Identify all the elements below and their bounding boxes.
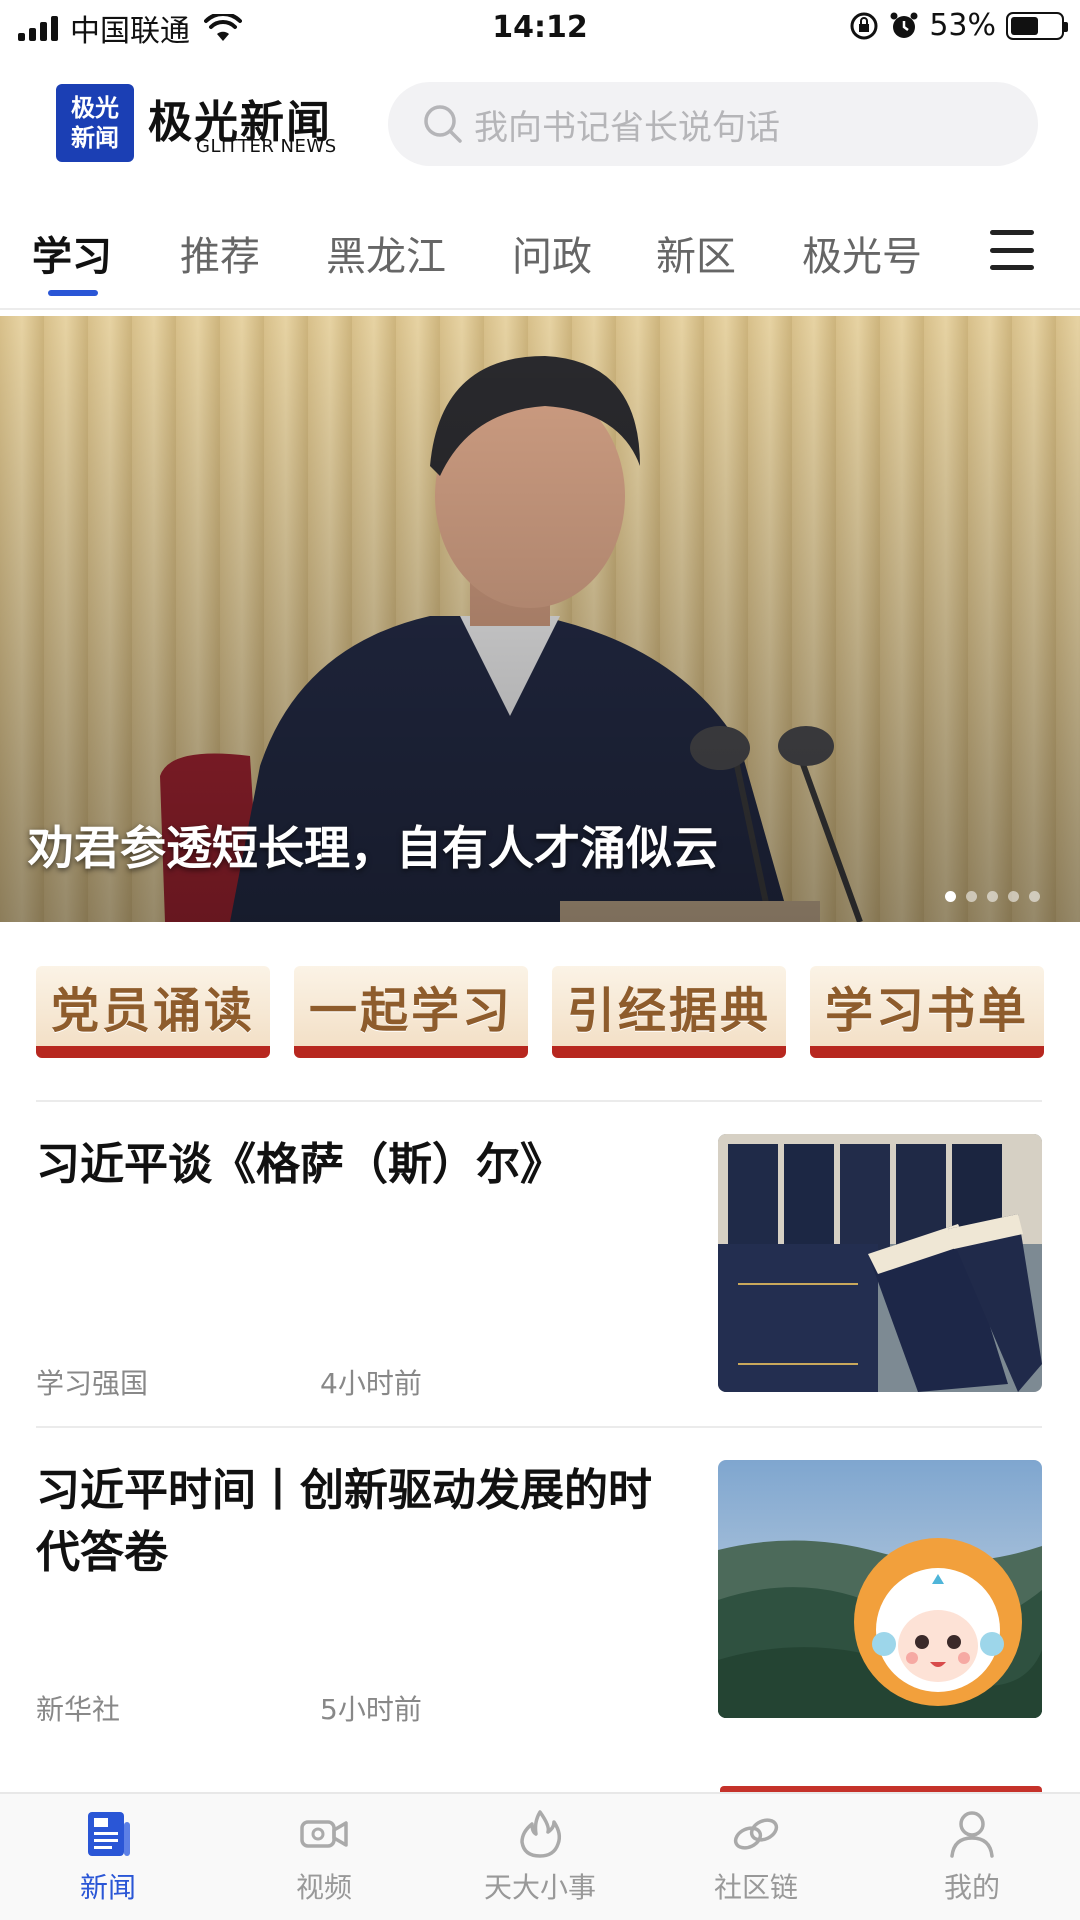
news-thumbnail xyxy=(718,1134,1042,1392)
link-icon xyxy=(733,1818,779,1850)
logo-mark-top: 极光 xyxy=(71,93,119,122)
news-time: 5小时前 xyxy=(320,1693,422,1726)
flame-icon xyxy=(520,1810,562,1858)
nav-me[interactable]: 我的 xyxy=(902,1808,1042,1906)
tab-politics[interactable]: 问政 xyxy=(512,224,592,282)
carousel-dot xyxy=(1008,891,1019,902)
hero-carousel[interactable]: 劝君参透短长理，自有人才涌似云 xyxy=(0,316,1080,922)
quick-link-label: 学习书单 xyxy=(824,983,1029,1039)
quick-link-label: 引经据典 xyxy=(566,983,771,1039)
tab-study[interactable]: 学习 xyxy=(32,224,112,282)
video-camera-icon xyxy=(300,1820,348,1848)
hero-caption: 劝君参透短长理，自有人才涌似云 xyxy=(28,821,718,875)
rotation-lock-icon xyxy=(850,12,878,39)
status-bar: 中国联通 14:12 53% xyxy=(0,0,1080,56)
carousel-indicator xyxy=(945,891,1040,902)
search-bar[interactable]: 我向书记省长说句话 xyxy=(388,82,1038,166)
cellular-signal-icon xyxy=(18,15,58,41)
news-item[interactable]: 习近平谈《格萨（斯）尔》 学习强国 4小时前 xyxy=(36,1134,1042,1400)
tab-recommend[interactable]: 推荐 xyxy=(180,224,260,282)
carousel-dot xyxy=(1029,891,1040,902)
news-time: 4小时前 xyxy=(320,1367,422,1400)
quick-link-reading-list[interactable]: 学习书单 xyxy=(810,966,1044,1058)
nav-video[interactable]: 视频 xyxy=(254,1808,394,1906)
nav-label: 社区链 xyxy=(713,1871,798,1904)
nav-news[interactable]: 新闻 xyxy=(38,1808,178,1906)
battery-fill xyxy=(1011,16,1038,35)
app-header: 极光 新闻 极光新闻 GLITTER NEWS 我向书记省长说句话 xyxy=(0,80,1080,172)
divider xyxy=(36,1100,1042,1102)
logo-subtitle: GLITTER NEWS xyxy=(196,136,337,157)
tab-heilongjiang[interactable]: 黑龙江 xyxy=(326,224,446,282)
carrier-name: 中国联通 xyxy=(70,14,190,49)
nav-community-chain[interactable]: 社区链 xyxy=(686,1808,826,1906)
quick-links: 党员诵读 一起学习 引经据典 学习书单 xyxy=(36,966,1080,1062)
channel-tabs: 学习 推荐 黑龙江 问政 新区 极光号 xyxy=(0,212,1080,310)
carousel-dot xyxy=(945,891,956,902)
nav-label: 天大小事 xyxy=(483,1871,596,1904)
battery-icon xyxy=(1006,11,1068,40)
news-title: 习近平谈《格萨（斯）尔》 xyxy=(36,1139,564,1190)
person-icon xyxy=(950,1811,994,1858)
quick-link-label: 一起学习 xyxy=(308,983,513,1039)
carousel-dot xyxy=(966,891,977,902)
newspaper-icon xyxy=(88,1812,130,1856)
app-logo[interactable]: 极光 新闻 xyxy=(56,84,134,162)
nav-label: 视频 xyxy=(295,1871,352,1904)
status-right: 53% xyxy=(849,8,1068,43)
tab-new-district[interactable]: 新区 xyxy=(656,224,736,282)
divider xyxy=(36,1426,1042,1428)
mascot-badge[interactable] xyxy=(850,1534,1026,1710)
channel-menu-icon[interactable] xyxy=(990,230,1034,270)
news-title: 习近平时间丨创新驱动发展的时代答卷 xyxy=(36,1465,652,1578)
app-screen: 中国联通 14:12 53% 极光 新闻 极光新闻 GLITTER NEWS 我… xyxy=(0,0,1080,1920)
quick-link-member-reading[interactable]: 党员诵读 xyxy=(36,966,270,1058)
nav-label: 我的 xyxy=(943,1871,1000,1904)
nav-label: 新闻 xyxy=(79,1871,136,1904)
nav-big-small-events[interactable]: 天大小事 xyxy=(470,1808,610,1906)
active-tab-indicator xyxy=(48,290,98,296)
search-placeholder: 我向书记省长说句话 xyxy=(474,107,780,148)
wifi-icon xyxy=(204,14,242,41)
quick-link-study-together[interactable]: 一起学习 xyxy=(294,966,528,1058)
news-source: 新华社 xyxy=(36,1693,121,1726)
news-source: 学习强国 xyxy=(36,1367,149,1400)
quick-link-classics[interactable]: 引经据典 xyxy=(552,966,786,1058)
carousel-dot xyxy=(987,891,998,902)
logo-mark-bottom: 新闻 xyxy=(71,123,119,152)
tab-glitter-accounts[interactable]: 极光号 xyxy=(802,224,922,282)
quick-link-label: 党员诵读 xyxy=(50,983,255,1039)
bottom-navigation: 新闻 视频 天大小事 社区链 我的 xyxy=(0,1792,1080,1920)
alarm-icon xyxy=(890,12,918,38)
search-icon xyxy=(424,105,462,143)
battery-percent: 53% xyxy=(929,8,996,43)
